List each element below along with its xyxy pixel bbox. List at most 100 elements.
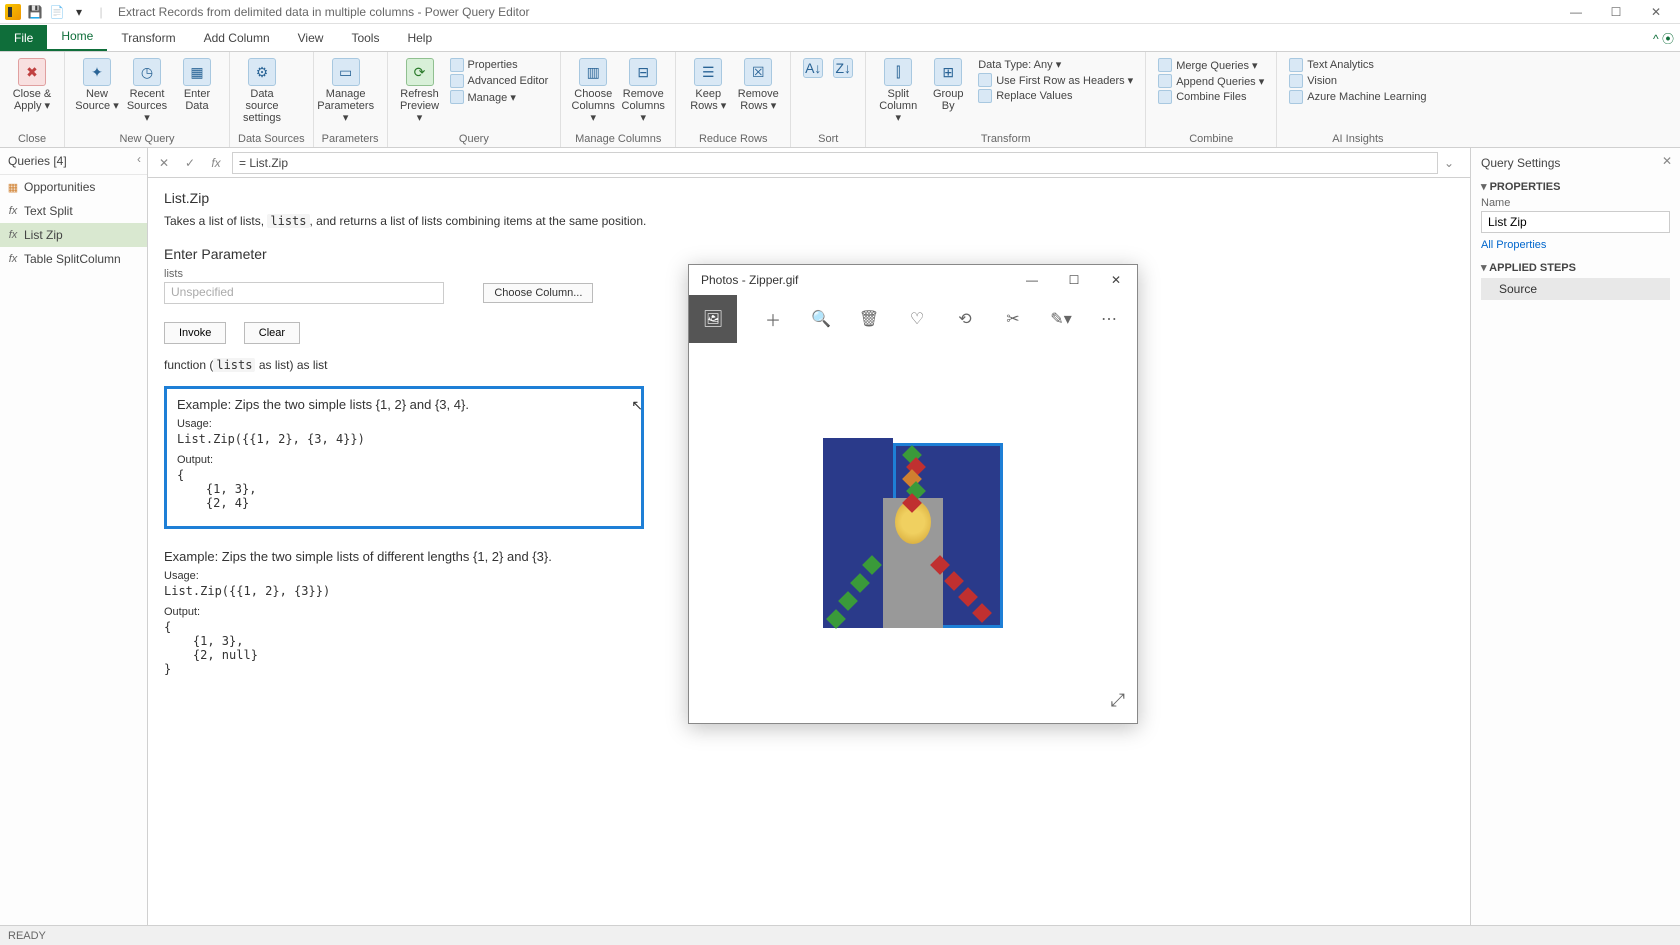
keep-rows-button[interactable]: ☰KeepRows ▾ [684, 56, 732, 114]
query-item-2[interactable]: fxList Zip [0, 223, 147, 247]
recent-sources-button[interactable]: ◷RecentSources ▾ [123, 56, 171, 126]
formula-commit-icon[interactable]: ✓ [180, 153, 200, 173]
vision-button[interactable]: Vision [1289, 74, 1426, 88]
refresh-preview-button[interactable]: ⟳RefreshPreview ▾ [396, 56, 444, 126]
photos-fullscreen-icon[interactable]: ⤢ [1111, 690, 1125, 711]
photos-view-icon[interactable]: 🖼 [689, 295, 737, 343]
new-source-button[interactable]: ✦NewSource ▾ [73, 56, 121, 114]
undo-icon[interactable]: 📄 [48, 3, 66, 21]
photos-maximize-button[interactable]: ☐ [1053, 265, 1095, 295]
query-item-label: Text Split [24, 204, 73, 218]
combine-files-label: Combine Files [1176, 91, 1246, 103]
formula-expand-icon[interactable]: ⌄ [1444, 156, 1464, 170]
manage-parameters-button[interactable]: ▭ManageParameters ▾ [322, 56, 370, 126]
query-item-3[interactable]: fxTable SplitColumn [0, 247, 147, 271]
group-transform-label: Transform [874, 131, 1137, 145]
photos-crop-icon[interactable]: ✂ [989, 295, 1037, 343]
enter-data-button[interactable]: ▦EnterData [173, 56, 221, 114]
close-apply-label: Close &Apply ▾ [13, 88, 52, 112]
name-input[interactable] [1481, 211, 1670, 233]
photos-titlebar[interactable]: Photos - Zipper.gif — ☐ ✕ [689, 265, 1137, 295]
clear-button[interactable]: Clear [244, 322, 300, 344]
query-item-1[interactable]: fxText Split [0, 199, 147, 223]
window-close-button[interactable]: ✕ [1636, 0, 1676, 24]
tab-file[interactable]: File [0, 25, 47, 51]
doc-desc-pre: Takes a list of lists, [164, 214, 267, 228]
properties-group-header[interactable]: PROPERTIES [1481, 180, 1670, 193]
tab-transform[interactable]: Transform [107, 25, 189, 51]
sort-asc-button[interactable]: A↓ [799, 56, 827, 82]
replace-values-button[interactable]: Replace Values [978, 89, 1133, 103]
ribbon: ✖Close &Apply ▾ Close ✦NewSource ▾ ◷Rece… [0, 52, 1680, 148]
choose-column-button[interactable]: Choose Column... [483, 283, 593, 303]
sort-desc-button[interactable]: Z↓ [829, 56, 857, 82]
photos-edit-icon[interactable]: ✎▾ [1037, 295, 1085, 343]
properties-label: Properties [468, 59, 518, 71]
queries-panel: Queries [4] ‹ ▦OpportunitiesfxText Split… [0, 148, 148, 925]
group-new-query-label: New Query [73, 131, 221, 145]
choose-columns-button[interactable]: ▥ChooseColumns ▾ [569, 56, 617, 126]
save-icon[interactable]: 💾 [26, 3, 44, 21]
all-properties-link[interactable]: All Properties [1481, 239, 1670, 251]
query-settings-close-icon[interactable]: ✕ [1662, 154, 1672, 168]
data-source-settings-button[interactable]: ⚙Data sourcesettings [238, 56, 286, 126]
photos-minimize-button[interactable]: — [1011, 265, 1053, 295]
qat-dropdown-icon[interactable]: ▾ [70, 3, 88, 21]
photos-more-icon[interactable]: ⋯ [1085, 295, 1133, 343]
formula-cancel-icon[interactable]: ✕ [154, 153, 174, 173]
sig-post: as list) as list [255, 358, 327, 372]
doc-description: Takes a list of lists, lists, and return… [164, 214, 1454, 228]
text-analytics-label: Text Analytics [1307, 59, 1374, 71]
azure-ml-button[interactable]: Azure Machine Learning [1289, 90, 1426, 104]
tab-tools[interactable]: Tools [337, 25, 393, 51]
tab-help[interactable]: Help [393, 25, 446, 51]
remove-rows-button[interactable]: ☒RemoveRows ▾ [734, 56, 782, 114]
properties-button[interactable]: Properties [450, 58, 549, 72]
photos-favorite-icon[interactable]: ♡ [893, 295, 941, 343]
step-source[interactable]: Source [1481, 278, 1670, 300]
photos-add-icon[interactable]: ＋ [749, 295, 797, 343]
photos-delete-icon[interactable]: 🗑 [845, 295, 893, 343]
window-minimize-button[interactable]: — [1556, 0, 1596, 24]
split-column-label: SplitColumn ▾ [876, 88, 920, 124]
advanced-editor-label: Advanced Editor [468, 75, 549, 87]
query-item-0[interactable]: ▦Opportunities [0, 175, 147, 199]
applied-steps-header[interactable]: APPLIED STEPS [1481, 261, 1670, 274]
close-apply-button[interactable]: ✖Close &Apply ▾ [8, 56, 56, 114]
tab-home[interactable]: Home [47, 23, 107, 51]
combine-files-button[interactable]: Combine Files [1158, 90, 1264, 104]
azure-ml-label: Azure Machine Learning [1307, 91, 1426, 103]
group-by-button[interactable]: ⊞GroupBy [924, 56, 972, 114]
merge-queries-button[interactable]: Merge Queries ▾ [1158, 58, 1264, 72]
remove-columns-button[interactable]: ⊟RemoveColumns ▾ [619, 56, 667, 126]
window-title: Extract Records from delimited data in m… [118, 5, 530, 19]
text-analytics-button[interactable]: Text Analytics [1289, 58, 1426, 72]
group-parameters-label: Parameters [322, 131, 379, 145]
photos-window: Photos - Zipper.gif — ☐ ✕ 🖼 ＋ 🔍 🗑 ♡ ⟲ ✂ … [688, 264, 1138, 724]
data-type-button[interactable]: Data Type: Any ▾ [978, 58, 1133, 71]
param-input[interactable]: Unspecified [164, 282, 444, 304]
formula-input[interactable] [232, 152, 1438, 174]
advanced-editor-button[interactable]: Advanced Editor [450, 74, 549, 88]
remove-rows-label: RemoveRows ▾ [738, 88, 779, 112]
photos-rotate-icon[interactable]: ⟲ [941, 295, 989, 343]
tab-add-column[interactable]: Add Column [190, 25, 284, 51]
photos-canvas: ⤢ [689, 343, 1137, 723]
app-logo-icon [4, 3, 22, 21]
window-maximize-button[interactable]: ☐ [1596, 0, 1636, 24]
split-column-button[interactable]: ⫿SplitColumn ▾ [874, 56, 922, 126]
first-row-headers-button[interactable]: Use First Row as Headers ▾ [978, 73, 1133, 87]
formula-fx-icon[interactable]: fx [206, 153, 226, 173]
photos-zoom-icon[interactable]: 🔍 [797, 295, 845, 343]
invoke-button[interactable]: Invoke [164, 322, 226, 344]
ribbon-collapse-icon[interactable]: ^ ⦿ [1653, 30, 1674, 47]
query-item-label: List Zip [24, 228, 63, 242]
vision-label: Vision [1307, 75, 1337, 87]
tab-view[interactable]: View [284, 25, 338, 51]
manage-query-button[interactable]: Manage ▾ [450, 90, 549, 104]
group-query-label: Query [396, 131, 553, 145]
append-queries-button[interactable]: Append Queries ▾ [1158, 74, 1264, 88]
queries-collapse-icon[interactable]: ‹ [137, 152, 141, 166]
photos-close-button[interactable]: ✕ [1095, 265, 1137, 295]
group-by-label: GroupBy [933, 88, 964, 112]
